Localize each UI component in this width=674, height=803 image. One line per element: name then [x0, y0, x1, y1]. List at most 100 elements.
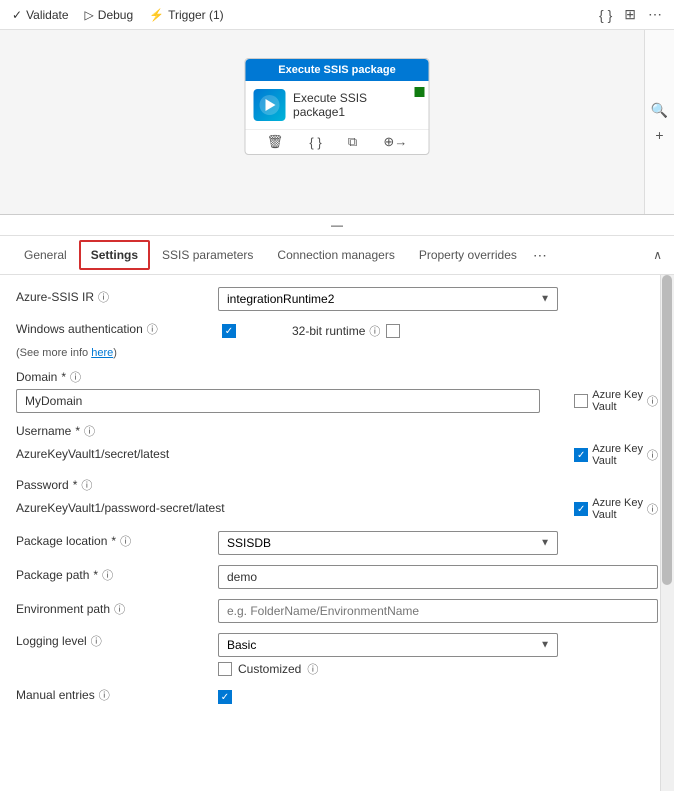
- tab-ssis-parameters[interactable]: SSIS parameters: [150, 240, 265, 272]
- windows-auth-checkbox[interactable]: [222, 324, 236, 338]
- package-location-select-wrapper: SSISDB File System Embedded Package ▼: [218, 531, 558, 555]
- windows-auth-label: Windows authentication ⓘ: [16, 321, 206, 337]
- username-value: AzureKeyVault1/secret/latest: [16, 443, 540, 465]
- debug-button[interactable]: ▷ Debug: [85, 8, 134, 22]
- customized-row: Customized ⓘ: [218, 661, 558, 677]
- form-panel: Azure-SSIS IR ⓘ integrationRuntime2 ▼ Wi…: [0, 275, 674, 791]
- environment-path-info-icon[interactable]: ⓘ: [114, 601, 125, 617]
- manual-entries-checkbox[interactable]: [218, 690, 232, 704]
- windows-auth-info-icon[interactable]: ⓘ: [147, 321, 158, 337]
- azure-ssis-ir-info-icon[interactable]: ⓘ: [98, 289, 109, 305]
- azure-ssis-ir-select[interactable]: integrationRuntime2: [218, 287, 558, 311]
- activity-card[interactable]: Execute SSIS package Execute SSIS packag…: [245, 58, 430, 155]
- tabs: General Settings SSIS parameters Connect…: [0, 236, 674, 275]
- see-more-link: (See more info here): [16, 347, 658, 359]
- here-link[interactable]: here: [91, 347, 113, 359]
- runtime-32bit-info-icon[interactable]: ⓘ: [369, 323, 380, 339]
- password-akv-info-icon[interactable]: ⓘ: [647, 501, 658, 517]
- grid-icon[interactable]: ⊞: [624, 6, 636, 23]
- customized-checkbox[interactable]: [218, 662, 232, 676]
- environment-path-label: Environment path ⓘ: [16, 601, 206, 617]
- scrollbar-thumb[interactable]: [662, 275, 672, 585]
- environment-path-input[interactable]: [218, 599, 658, 623]
- tabs-more-icon[interactable]: ⋯: [533, 247, 547, 264]
- domain-akv-checkbox[interactable]: [574, 394, 588, 408]
- manual-entries-info-icon[interactable]: ⓘ: [99, 687, 110, 703]
- package-location-select[interactable]: SSISDB File System Embedded Package: [218, 531, 558, 555]
- windows-auth-row: Windows authentication ⓘ 32-bit runtime …: [16, 321, 658, 359]
- domain-akv-label: Azure KeyVault: [592, 389, 643, 413]
- validate-button[interactable]: ✓ Validate: [12, 8, 69, 22]
- canvas-area: Execute SSIS package Execute SSIS packag…: [0, 30, 674, 215]
- username-akv-side: Azure KeyVault ⓘ: [548, 443, 658, 467]
- username-akv-checkbox[interactable]: [574, 448, 588, 462]
- validate-icon: ✓: [12, 8, 22, 22]
- tab-general[interactable]: General: [12, 240, 79, 272]
- canvas-right-panel: 🔍 +: [644, 30, 674, 214]
- password-akv-label: Azure KeyVault: [592, 497, 643, 521]
- package-location-row: Package location * ⓘ SSISDB File System …: [16, 531, 658, 555]
- tab-connection-managers[interactable]: Connection managers: [265, 240, 406, 272]
- customized-label: Customized: [238, 662, 301, 676]
- password-info-icon[interactable]: ⓘ: [81, 477, 92, 493]
- activity-icon: [254, 89, 286, 121]
- environment-path-row: Environment path ⓘ: [16, 599, 658, 623]
- delete-icon[interactable]: 🗑: [267, 134, 284, 150]
- more-icon[interactable]: ⋯: [648, 6, 662, 23]
- package-path-row: Package path * ⓘ: [16, 565, 658, 589]
- runtime-32bit-checkbox[interactable]: [386, 324, 400, 338]
- logging-level-label: Logging level ⓘ: [16, 633, 206, 649]
- manual-entries-row: Manual entries ⓘ: [16, 687, 658, 707]
- toolbar: ✓ Validate ▷ Debug ⚡ Trigger (1) { } ⊞ ⋯: [0, 0, 674, 30]
- domain-row: Domain * ⓘ Azure KeyVault ⓘ: [16, 369, 658, 413]
- package-path-info-icon[interactable]: ⓘ: [102, 567, 113, 583]
- trigger-icon: ⚡: [149, 8, 164, 22]
- runtime-32bit-label: 32-bit runtime ⓘ: [292, 323, 380, 339]
- package-path-input[interactable]: [218, 565, 658, 589]
- activity-card-footer: 🗑 { } ⧉ ⊕→: [246, 129, 429, 154]
- domain-label: Domain * ⓘ: [16, 369, 658, 385]
- password-label: Password * ⓘ: [16, 477, 658, 493]
- package-path-label: Package path * ⓘ: [16, 567, 206, 583]
- username-akv-info-icon[interactable]: ⓘ: [647, 447, 658, 463]
- trigger-label: Trigger (1): [168, 8, 224, 22]
- code-footer-icon[interactable]: { }: [309, 135, 321, 150]
- debug-label: Debug: [98, 8, 133, 22]
- copy-icon[interactable]: ⧉: [348, 134, 357, 150]
- username-info-icon[interactable]: ⓘ: [84, 423, 95, 439]
- toolbar-right: { } ⊞ ⋯: [599, 6, 662, 23]
- azure-ssis-ir-row: Azure-SSIS IR ⓘ integrationRuntime2 ▼: [16, 287, 658, 311]
- tab-settings[interactable]: Settings: [79, 240, 150, 270]
- scrollbar-track[interactable]: [660, 275, 674, 791]
- manual-entries-label: Manual entries ⓘ: [16, 687, 206, 703]
- package-location-label: Package location * ⓘ: [16, 533, 206, 549]
- activity-card-header: Execute SSIS package: [246, 59, 429, 81]
- tab-property-overrides[interactable]: Property overrides: [407, 240, 529, 272]
- azure-ssis-ir-select-wrapper: integrationRuntime2 ▼: [218, 287, 558, 311]
- logging-level-select[interactable]: Basic None Performance Verbose: [218, 633, 558, 657]
- tabs-collapse-icon[interactable]: ∧: [653, 248, 662, 262]
- package-location-info-icon[interactable]: ⓘ: [120, 533, 131, 549]
- username-label: Username * ⓘ: [16, 423, 658, 439]
- activity-name: Execute SSIS package1: [293, 91, 420, 119]
- zoom-in-icon[interactable]: +: [655, 127, 663, 143]
- domain-akv-info-icon[interactable]: ⓘ: [647, 393, 658, 409]
- trigger-button[interactable]: ⚡ Trigger (1): [149, 8, 224, 22]
- arrow-icon[interactable]: ⊕→: [383, 134, 407, 150]
- collapse-bar[interactable]: —: [0, 215, 674, 236]
- validate-label: Validate: [26, 8, 68, 22]
- password-akv-checkbox[interactable]: [574, 502, 588, 516]
- domain-info-icon[interactable]: ⓘ: [70, 369, 81, 385]
- password-row: Password * ⓘ AzureKeyVault1/password-sec…: [16, 477, 658, 521]
- logging-level-info-icon[interactable]: ⓘ: [91, 633, 102, 649]
- activity-card-body: Execute SSIS package1: [246, 81, 429, 129]
- customized-info-icon[interactable]: ⓘ: [307, 661, 318, 677]
- debug-icon: ▷: [85, 8, 94, 22]
- password-akv-side: Azure KeyVault ⓘ: [548, 497, 658, 521]
- logging-level-row: Logging level ⓘ Basic None Performance V…: [16, 633, 658, 677]
- azure-ssis-ir-label: Azure-SSIS IR ⓘ: [16, 289, 206, 305]
- code-icon[interactable]: { }: [599, 7, 612, 23]
- domain-input[interactable]: [16, 389, 540, 413]
- search-icon[interactable]: 🔍: [651, 102, 668, 119]
- username-akv-label: Azure KeyVault: [592, 443, 643, 467]
